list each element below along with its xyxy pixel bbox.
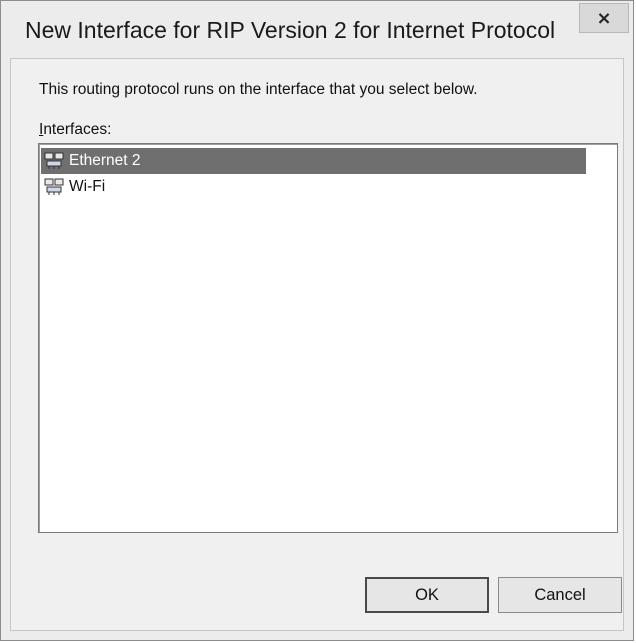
ok-button[interactable]: OK — [365, 577, 489, 613]
interfaces-label-rest: nterfaces: — [43, 121, 112, 138]
interface-item-label: Wi-Fi — [69, 178, 106, 195]
interfaces-listbox[interactable]: Ethernet 2 Wi-Fi — [38, 143, 618, 533]
dialog-body: This routing protocol runs on the interf… — [10, 58, 624, 631]
close-button[interactable]: × — [579, 3, 629, 33]
network-adapter-icon — [43, 176, 65, 198]
close-icon: × — [596, 7, 612, 29]
title-bar[interactable]: New Interface for RIP Version 2 for Inte… — [1, 1, 633, 59]
dialog-window: New Interface for RIP Version 2 for Inte… — [0, 0, 634, 641]
interface-item-wi-fi[interactable]: Wi-Fi — [41, 174, 586, 200]
interface-item-label: Ethernet 2 — [69, 152, 141, 169]
interface-item-ethernet-2[interactable]: Ethernet 2 — [41, 148, 586, 174]
interfaces-label: Interfaces: — [39, 121, 111, 139]
description-text: This routing protocol runs on the interf… — [39, 81, 478, 98]
cancel-button[interactable]: Cancel — [498, 577, 622, 613]
window-title: New Interface for RIP Version 2 for Inte… — [25, 17, 556, 43]
network-adapter-icon — [43, 150, 65, 172]
